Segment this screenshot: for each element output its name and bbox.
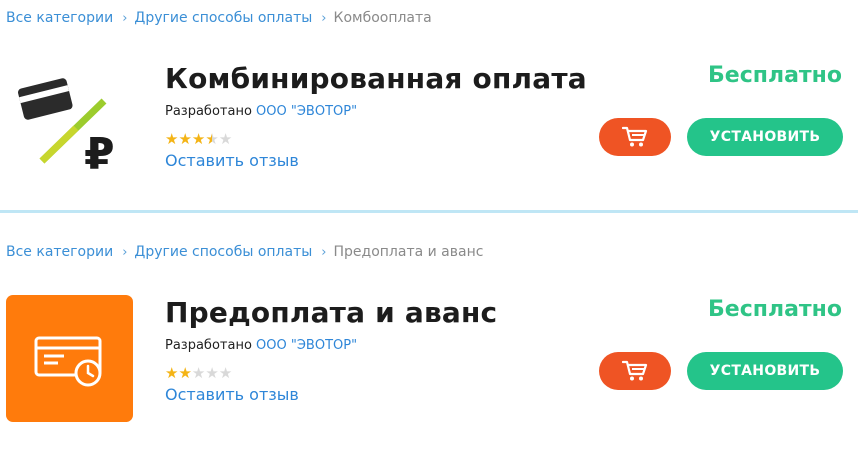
star-icon: ★ <box>178 364 192 382</box>
star-empty-icon: ★ <box>191 364 206 382</box>
breadcrumb-link-all-categories[interactable]: Все категории <box>6 244 113 260</box>
cart-icon <box>622 360 648 381</box>
breadcrumb-current: Комбооплата <box>333 10 432 26</box>
breadcrumb-link-all-categories[interactable]: Все категории <box>6 10 113 26</box>
leave-review-link[interactable]: Оставить отзыв <box>165 151 299 171</box>
star-icon: ★ <box>165 364 179 382</box>
star-icon: ★ <box>191 130 206 148</box>
developer-prefix: Разработано <box>165 104 252 119</box>
cart-icon <box>622 126 648 147</box>
app-card: Все категории › Другие способы оплаты › Пред… <box>0 234 858 459</box>
add-to-cart-button[interactable] <box>599 118 671 156</box>
breadcrumb-link-other-payment[interactable]: Другие способы оплаты <box>134 244 312 260</box>
divider <box>0 210 858 213</box>
breadcrumb-current: Предоплата и аванс <box>333 244 484 260</box>
price-label: Бесплатно <box>708 63 842 88</box>
svg-text:₽: ₽ <box>84 129 115 180</box>
chevron-right-icon: › <box>321 245 327 260</box>
star-rating: ★★★★★ <box>165 131 232 147</box>
card-ruble-icon: ₽ <box>6 61 133 188</box>
star-half-icon: ★ <box>205 130 219 148</box>
install-button[interactable]: УСТАНОВИТЬ <box>687 118 843 156</box>
star-empty-icon: ★ <box>205 364 219 382</box>
star-icon: ★ <box>165 130 179 148</box>
add-to-cart-button[interactable] <box>599 352 671 390</box>
star-rating: ★★★★★ <box>165 365 232 381</box>
star-empty-icon: ★ <box>218 130 233 148</box>
developer-link[interactable]: ООО "ЭВОТОР" <box>256 338 357 353</box>
app-title: Предоплата и аванс <box>165 296 498 329</box>
card-clock-icon <box>6 295 133 422</box>
developer-prefix: Разработано <box>165 338 252 353</box>
app-card: Все категории › Другие способы оплаты › Комб… <box>0 0 858 212</box>
chevron-right-icon: › <box>122 11 128 26</box>
price-label: Бесплатно <box>708 297 842 322</box>
star-icon: ★ <box>178 130 192 148</box>
app-title: Комбинированная оплата <box>165 62 587 95</box>
developer-line: Разработано ООО "ЭВОТОР" <box>165 338 357 354</box>
install-button[interactable]: УСТАНОВИТЬ <box>687 352 843 390</box>
chevron-right-icon: › <box>122 245 128 260</box>
breadcrumb: Все категории › Другие способы оплаты › Комб… <box>6 9 432 28</box>
breadcrumb: Все категории › Другие способы оплаты › Пред… <box>6 243 483 262</box>
developer-line: Разработано ООО "ЭВОТОР" <box>165 104 357 120</box>
leave-review-link[interactable]: Оставить отзыв <box>165 385 299 405</box>
star-empty-icon: ★ <box>218 364 233 382</box>
chevron-right-icon: › <box>321 11 327 26</box>
developer-link[interactable]: ООО "ЭВОТОР" <box>256 104 357 119</box>
breadcrumb-link-other-payment[interactable]: Другие способы оплаты <box>134 10 312 26</box>
